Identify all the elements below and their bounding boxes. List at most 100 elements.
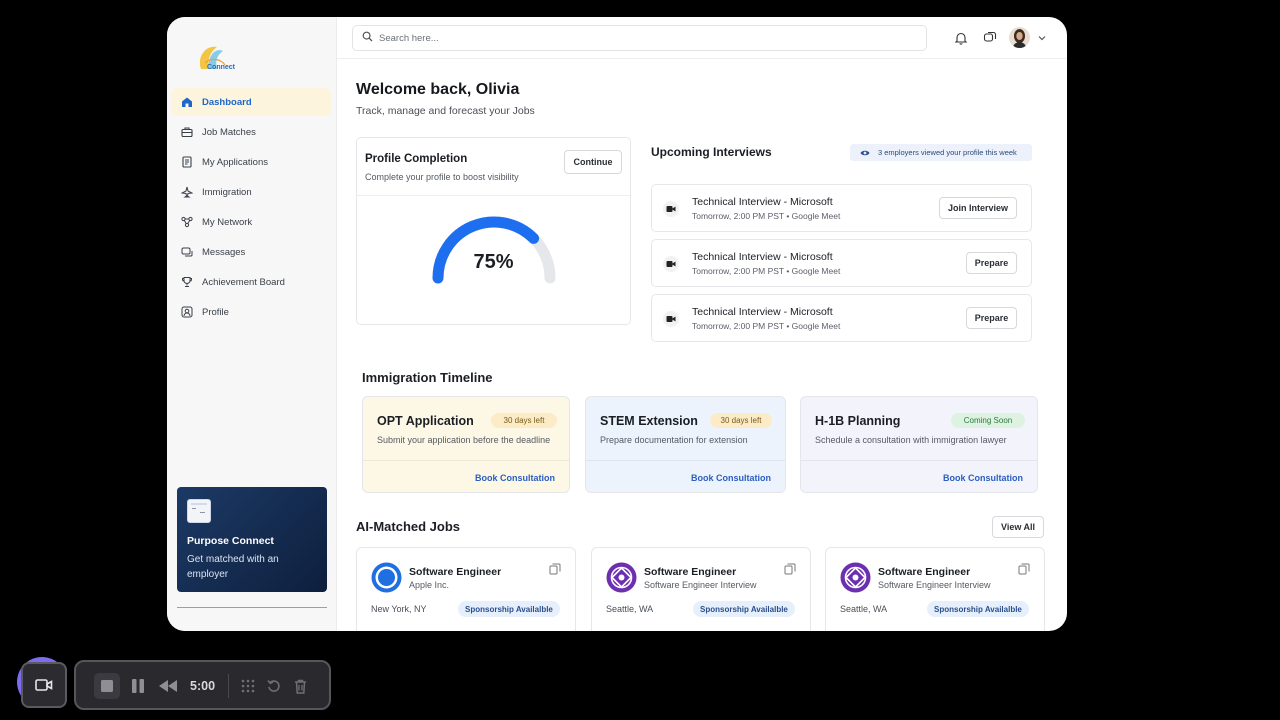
plane-icon <box>181 186 193 198</box>
sponsorship-badge: Sponsorship Availalble <box>693 601 795 617</box>
timeline-card-title: H-1B Planning <box>815 414 901 428</box>
job-title: Software Engineer <box>878 566 971 578</box>
sidebar-item-label: Messages <box>202 246 246 258</box>
job-company: Software Engineer Interview <box>644 580 757 590</box>
company-logo-icon <box>840 562 871 593</box>
book-consultation-link[interactable]: Book Consultation <box>691 473 771 483</box>
sidebar-item-label: Dashboard <box>202 96 252 108</box>
trophy-icon <box>181 276 193 288</box>
restart-button[interactable] <box>264 676 284 696</box>
video-camera-icon <box>663 256 679 272</box>
timeline-card-title: STEM Extension <box>600 414 698 428</box>
sidebar-divider <box>177 607 327 608</box>
interview-card: Technical Interview - Microsoft Tomorrow… <box>651 184 1032 232</box>
bookmark-icon[interactable] <box>549 563 561 575</box>
sidebar-item-job-matches[interactable]: Job Matches <box>171 118 331 146</box>
views-badge: 3 employers viewed your profile this wee… <box>850 144 1032 161</box>
sidebar-item-label: My Applications <box>202 156 269 168</box>
timeline-card-footer: Book Consultation <box>801 460 1037 492</box>
job-company: Software Engineer Interview <box>878 580 991 590</box>
sidebar-item-profile[interactable]: Profile <box>171 298 331 326</box>
rewind-button[interactable] <box>158 676 178 696</box>
restart-icon <box>267 680 280 692</box>
join-interview-button[interactable]: Join Interview <box>939 197 1017 219</box>
recording-timer: 5:00 <box>190 679 216 693</box>
window-icon <box>187 499 211 523</box>
timeline-card-subtitle: Schedule a consultation with immigration… <box>815 435 1007 445</box>
top-bar <box>337 17 1067 59</box>
continue-button[interactable]: Continue <box>564 150 622 174</box>
video-camera-icon <box>663 201 679 217</box>
sidebar-item-my-applications[interactable]: My Applications <box>171 148 331 176</box>
sidebar-item-label: Job Matches <box>202 126 256 138</box>
timeline-card-subtitle: Submit your application before the deadl… <box>377 435 551 445</box>
sidebar-item-my-network[interactable]: My Network <box>171 208 331 236</box>
sidebar-item-label: Profile <box>202 306 229 318</box>
job-card[interactable]: Software Engineer Software Engineer Inte… <box>825 547 1045 631</box>
document-icon <box>181 156 193 168</box>
job-card[interactable]: Software Engineer Apple Inc. New York, N… <box>356 547 576 631</box>
chevron-down-icon[interactable] <box>1034 30 1050 46</box>
search-icon <box>362 29 373 47</box>
pause-button[interactable] <box>128 676 148 696</box>
main-content: Welcome back, Olivia Track, manage and f… <box>337 59 1067 631</box>
profile-completion-card: Profile Completion Complete your profile… <box>356 137 631 325</box>
sidebar-item-label: Immigration <box>202 186 252 198</box>
stop-button[interactable] <box>94 673 120 699</box>
delete-button[interactable] <box>290 676 310 696</box>
rewind-icon <box>159 680 177 692</box>
job-title: Software Engineer <box>644 566 737 578</box>
interview-title: Technical Interview - Microsoft <box>692 306 833 318</box>
book-consultation-link[interactable]: Book Consultation <box>943 473 1023 483</box>
interview-time: Tomorrow, 2:00 PM PST • Google Meet <box>692 321 841 331</box>
sidebar-item-label: My Network <box>202 216 253 228</box>
timeline-card-subtitle: Prepare documentation for extension <box>600 435 748 445</box>
status-badge: 30 days left <box>710 413 772 428</box>
interview-card: Technical Interview - Microsoft Tomorrow… <box>651 239 1032 287</box>
promo-card[interactable]: Purpose Connect Get matched with an empl… <box>177 487 327 592</box>
timeline-card-footer: Book Consultation <box>363 460 569 492</box>
upcoming-interviews-title: Upcoming Interviews <box>651 145 772 159</box>
video-camera-icon <box>35 679 53 691</box>
promo-subtitle: Get matched with an employer <box>187 554 279 580</box>
interview-time: Tomorrow, 2:00 PM PST • Google Meet <box>692 266 841 276</box>
view-all-button[interactable]: View All <box>992 516 1044 538</box>
bookmark-icon[interactable] <box>1018 563 1030 575</box>
sidebar-item-messages[interactable]: Messages <box>171 238 331 266</box>
interview-time: Tomorrow, 2:00 PM PST • Google Meet <box>692 211 841 221</box>
pause-icon <box>132 679 144 693</box>
company-logo-icon <box>371 562 402 593</box>
search-input[interactable] <box>379 32 879 44</box>
bell-icon[interactable] <box>953 30 969 46</box>
sponsorship-badge: Sponsorship Availalble <box>458 601 560 617</box>
timeline-card-h1b: H-1B Planning Coming Soon Schedule a con… <box>800 396 1038 493</box>
progress-percent: 75% <box>473 251 514 273</box>
avatar[interactable] <box>1009 27 1030 48</box>
user-icon <box>181 306 193 318</box>
timeline-card-opt: OPT Application 30 days left Submit your… <box>362 396 570 493</box>
job-card[interactable]: Software Engineer Software Engineer Inte… <box>591 547 811 631</box>
camera-toggle-button[interactable] <box>21 662 67 708</box>
logo-text: Connect <box>207 64 235 71</box>
sidebar-item-immigration[interactable]: Immigration <box>171 178 331 206</box>
prepare-button[interactable]: Prepare <box>966 307 1017 329</box>
page-subtitle: Track, manage and forecast your Jobs <box>356 105 535 117</box>
timeline-card-footer: Book Consultation <box>586 460 785 492</box>
profile-completion-subtitle: Complete your profile to boost visibilit… <box>365 172 519 182</box>
bookmark-icon[interactable] <box>784 563 796 575</box>
search-bar <box>352 25 927 51</box>
job-location: Seattle, WA <box>840 604 888 614</box>
book-consultation-link[interactable]: Book Consultation <box>475 473 555 483</box>
network-icon <box>181 216 193 228</box>
sidebar-item-achievement-board[interactable]: Achievement Board <box>171 268 331 296</box>
chat-icon[interactable] <box>982 30 998 46</box>
prepare-button[interactable]: Prepare <box>966 252 1017 274</box>
grid-button[interactable] <box>238 676 258 696</box>
sponsorship-badge: Sponsorship Availalble <box>927 601 1029 617</box>
job-company: Apple Inc. <box>409 580 450 590</box>
promo-title: Purpose Connect <box>187 535 274 547</box>
home-icon <box>181 96 193 108</box>
sidebar-item-dashboard[interactable]: Dashboard <box>171 88 331 116</box>
sidebar-nav: Dashboard Job Matches My Applications Im… <box>171 88 331 328</box>
status-badge: 30 days left <box>491 413 557 428</box>
